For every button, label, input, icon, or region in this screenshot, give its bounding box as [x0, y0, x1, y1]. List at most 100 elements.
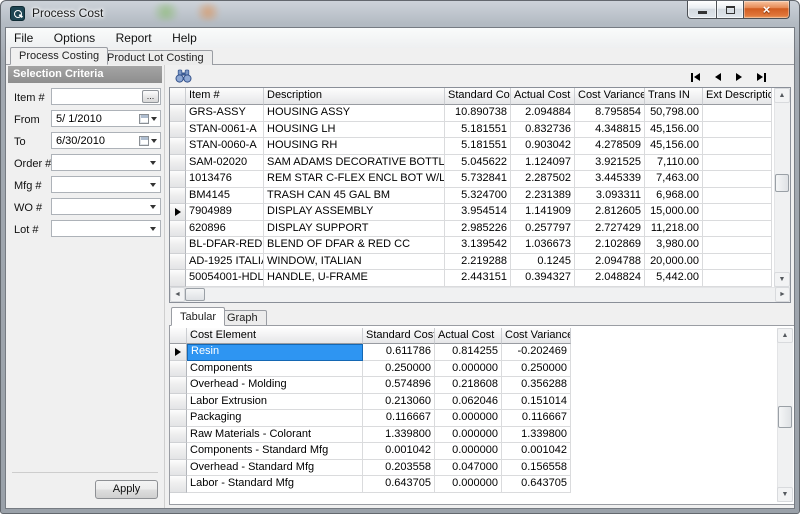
mfg-number-combo[interactable]	[51, 176, 161, 193]
row-selector[interactable]	[170, 361, 187, 378]
cell-cost-variance[interactable]: -0.202469	[502, 344, 571, 361]
cell-standard-cost[interactable]: 5.324700	[445, 188, 511, 205]
cell-item[interactable]: STAN-0060-A	[186, 138, 264, 155]
table-row[interactable]: 50054001-HDLHANDLE, U-FRAME2.4431510.394…	[170, 270, 790, 287]
cell-standard-cost[interactable]: 10.890738	[445, 105, 511, 122]
cell-actual-cost[interactable]: 0.257797	[511, 221, 575, 238]
close-button[interactable]: ×	[744, 1, 790, 19]
row-selector[interactable]	[170, 237, 186, 254]
cell-actual-cost[interactable]: 0.047000	[435, 460, 502, 477]
tab-process-costing[interactable]: Process Costing	[10, 47, 108, 65]
cell-description[interactable]: HOUSING RH	[264, 138, 445, 155]
cell-ext-description[interactable]	[703, 122, 772, 139]
row-selector[interactable]	[170, 377, 187, 394]
row-selector[interactable]	[170, 171, 186, 188]
cell-cost-element[interactable]: Labor - Standard Mfg	[187, 476, 363, 493]
cell-actual-cost[interactable]: 0.000000	[435, 361, 502, 378]
cell-item[interactable]: 7904989	[186, 204, 264, 221]
lot-number-input[interactable]	[52, 221, 160, 236]
cell-description[interactable]: WINDOW, ITALIAN	[264, 254, 445, 271]
items-grid-hscrollbar[interactable]	[170, 287, 790, 302]
cell-standard-cost[interactable]: 0.574896	[363, 377, 435, 394]
column-header-trans-in[interactable]: Trans IN	[645, 88, 703, 105]
cell-description[interactable]: HOUSING ASSY	[264, 105, 445, 122]
to-date-field[interactable]	[51, 132, 161, 149]
item-number-field[interactable]: ...	[51, 88, 161, 105]
to-date-picker-button[interactable]	[135, 134, 159, 147]
cell-cost-variance[interactable]: 0.001042	[502, 443, 571, 460]
cell-actual-cost[interactable]: 0.218608	[435, 377, 502, 394]
cell-standard-cost[interactable]: 0.643705	[363, 476, 435, 493]
row-selector[interactable]	[170, 460, 187, 477]
cell-trans-in[interactable]: 50,798.00	[645, 105, 703, 122]
cell-ext-description[interactable]	[703, 221, 772, 238]
column-header-standard-cost[interactable]: Standard Cost	[445, 88, 511, 105]
table-row[interactable]: SAM-02020SAM ADAMS DECORATIVE BOTTLE5.04…	[170, 155, 790, 172]
cell-actual-cost[interactable]: 0.000000	[435, 443, 502, 460]
cell-cost-element[interactable]: Labor Extrusion	[187, 394, 363, 411]
cell-description[interactable]: DISPLAY ASSEMBLY	[264, 204, 445, 221]
mfg-number-input[interactable]	[52, 177, 160, 192]
cell-cost-variance[interactable]: 2.094788	[575, 254, 645, 271]
list-item[interactable]: Components0.2500000.0000000.250000	[170, 361, 571, 378]
cell-trans-in[interactable]: 11,218.00	[645, 221, 703, 238]
tab-graph[interactable]: Graph	[218, 310, 267, 326]
cell-standard-cost[interactable]: 3.954514	[445, 204, 511, 221]
table-row[interactable]: 7904989DISPLAY ASSEMBLY3.9545141.1419092…	[170, 204, 790, 221]
table-row[interactable]: STAN-0061-AHOUSING LH5.1815510.8327364.3…	[170, 122, 790, 139]
cell-actual-cost[interactable]: 2.287502	[511, 171, 575, 188]
cell-cost-variance[interactable]: 0.356288	[502, 377, 571, 394]
table-row[interactable]: 1013476REM STAR C-FLEX ENCL BOT W/LP5.73…	[170, 171, 790, 188]
table-row[interactable]: STAN-0060-AHOUSING RH5.1815510.9030424.2…	[170, 138, 790, 155]
cell-item[interactable]: STAN-0061-A	[186, 122, 264, 139]
menu-file[interactable]: File	[6, 28, 41, 48]
apply-button[interactable]: Apply	[95, 480, 158, 499]
cell-cost-variance[interactable]: 0.151014	[502, 394, 571, 411]
row-selector[interactable]	[170, 443, 187, 460]
cell-standard-cost[interactable]: 0.611786	[363, 344, 435, 361]
cell-actual-cost[interactable]: 0.814255	[435, 344, 502, 361]
cell-item[interactable]: BM4145	[186, 188, 264, 205]
lot-number-combo[interactable]	[51, 220, 161, 237]
cell-standard-cost[interactable]: 2.443151	[445, 270, 511, 287]
cell-cost-variance[interactable]: 4.278509	[575, 138, 645, 155]
cell-cost-element[interactable]: Overhead - Standard Mfg	[187, 460, 363, 477]
row-selector[interactable]	[170, 155, 186, 172]
cell-actual-cost[interactable]: 1.124097	[511, 155, 575, 172]
cell-ext-description[interactable]	[703, 204, 772, 221]
scroll-down-button[interactable]: ▼	[777, 487, 793, 502]
cell-item[interactable]: SAM-02020	[186, 155, 264, 172]
list-item[interactable]: Resin0.6117860.814255-0.202469	[170, 344, 571, 361]
cell-cost-element[interactable]: Components - Standard Mfg	[187, 443, 363, 460]
first-record-button[interactable]	[691, 72, 700, 82]
row-selector[interactable]	[170, 410, 187, 427]
vscroll-thumb[interactable]	[778, 406, 792, 428]
cell-cost-variance[interactable]: 0.156558	[502, 460, 571, 477]
table-row[interactable]: 620896DISPLAY SUPPORT2.9852260.2577972.7…	[170, 221, 790, 238]
next-record-button[interactable]	[736, 72, 742, 82]
cell-cost-variance[interactable]: 0.250000	[502, 361, 571, 378]
cell-ext-description[interactable]	[703, 171, 772, 188]
table-row[interactable]: BL-DFAR-REDBLEND OF DFAR & RED CC3.13954…	[170, 237, 790, 254]
cell-trans-in[interactable]: 6,968.00	[645, 188, 703, 205]
cell-trans-in[interactable]: 45,156.00	[645, 138, 703, 155]
cell-cost-variance[interactable]: 2.102869	[575, 237, 645, 254]
cell-cost-variance[interactable]: 0.116667	[502, 410, 571, 427]
cell-description[interactable]: REM STAR C-FLEX ENCL BOT W/LP	[264, 171, 445, 188]
cell-standard-cost[interactable]: 3.139542	[445, 237, 511, 254]
item-lookup-button[interactable]: ...	[142, 90, 159, 103]
from-date-picker-button[interactable]	[135, 112, 159, 125]
cell-trans-in[interactable]: 7,110.00	[645, 155, 703, 172]
title-bar[interactable]: Process Cost ×	[1, 1, 799, 26]
cell-item[interactable]: 50054001-HDL	[186, 270, 264, 287]
cell-standard-cost[interactable]: 0.116667	[363, 410, 435, 427]
cell-description[interactable]: HANDLE, U-FRAME	[264, 270, 445, 287]
cell-trans-in[interactable]: 45,156.00	[645, 122, 703, 139]
scroll-left-button[interactable]: ◄	[170, 287, 185, 302]
maximize-button[interactable]	[716, 1, 744, 19]
cell-standard-cost[interactable]: 0.213060	[363, 394, 435, 411]
cell-standard-cost[interactable]: 2.219288	[445, 254, 511, 271]
cell-actual-cost[interactable]: 2.094884	[511, 105, 575, 122]
cell-item[interactable]: 620896	[186, 221, 264, 238]
cell-description[interactable]: HOUSING LH	[264, 122, 445, 139]
